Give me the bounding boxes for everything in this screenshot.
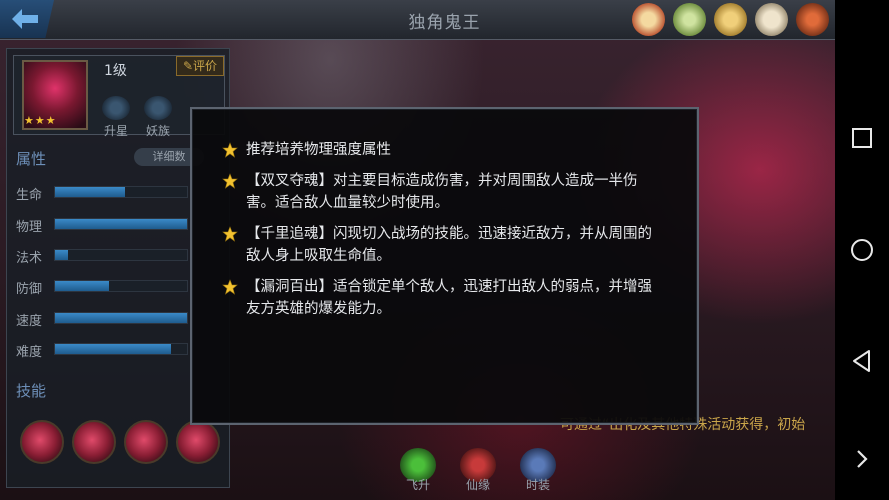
edit-icon: ✎ xyxy=(182,59,194,73)
stat-bar-fill xyxy=(55,344,172,354)
attributes-heading: 属性 xyxy=(16,150,47,168)
stat-label-hp: 生命 xyxy=(16,188,43,203)
hero-level: 1级 xyxy=(104,63,127,79)
bottom-tabs: 飞升 仙缘 时装 xyxy=(398,448,558,493)
back-nav-button[interactable] xyxy=(835,349,889,373)
tab-ascend-label: 飞升 xyxy=(405,478,430,492)
tab-fashion-label: 时装 xyxy=(525,478,550,492)
android-nav-bar xyxy=(835,0,889,500)
tip-item: 【漏洞百出】适合锁定单个敌人，迅速打出敌人的弱点，并增强友方英雄的爆发能力。 xyxy=(222,276,662,320)
stat-label-defense: 防御 xyxy=(16,282,43,297)
race-label: 妖族 xyxy=(145,124,170,138)
stat-label-difficulty: 难度 xyxy=(16,345,43,360)
skill-1-icon[interactable] xyxy=(20,420,64,464)
star-up-icon xyxy=(102,96,130,120)
stat-bar-speed xyxy=(54,312,188,324)
star-up-button[interactable]: 升星 xyxy=(100,96,132,139)
rate-label: 评价 xyxy=(193,59,218,73)
race-icon xyxy=(144,96,172,120)
tab-fate[interactable]: 仙缘 xyxy=(458,448,498,493)
square-recent-icon xyxy=(852,128,872,148)
stat-bar-fill xyxy=(55,250,69,260)
home-button[interactable] xyxy=(835,238,889,262)
tips-list: 推荐培养物理强度属性 【双叉夺魂】对主要目标造成伤害，并对周围敌人造成一半伤害。… xyxy=(222,139,662,329)
stat-label-magic: 法术 xyxy=(16,251,43,266)
stat-bar-fill xyxy=(55,187,125,197)
tip-text: 推荐培养物理强度属性 xyxy=(246,142,391,158)
skill-3-icon[interactable] xyxy=(124,420,168,464)
tip-item: 【双叉夺魂】对主要目标造成伤害，并对周围敌人造成一半伤害。适合敌人血量较少时使用… xyxy=(222,170,662,214)
tab-fate-label: 仙缘 xyxy=(465,478,490,492)
tip-item: 推荐培养物理强度属性 xyxy=(222,139,662,161)
stat-label-speed: 速度 xyxy=(16,314,43,329)
tip-item: 【千里追魂】闪现切入战场的技能。迅速接近敌方，并从周围的敌人身上吸取生命值。 xyxy=(222,223,662,267)
page-title: 独角鬼王 xyxy=(408,13,481,33)
rate-button[interactable]: ✎评价 xyxy=(176,56,224,76)
stat-bar-fill xyxy=(55,281,110,291)
hero-tips-dialog[interactable]: 推荐培养物理强度属性 【双叉夺魂】对主要目标造成伤害，并对周围敌人造成一半伤害。… xyxy=(190,107,699,425)
hero-stars: ★★★ xyxy=(24,114,57,127)
tip-text: 【漏洞百出】适合锁定单个敌人，迅速打出敌人的弱点，并增强友方英雄的爆发能力。 xyxy=(246,279,652,317)
star-icon xyxy=(222,142,238,158)
stat-bar-physical xyxy=(54,218,188,230)
triangle-back-icon xyxy=(853,350,870,372)
skill-4-icon[interactable] xyxy=(176,420,220,464)
stat-bar-difficulty xyxy=(54,343,188,355)
race-button[interactable]: 妖族 xyxy=(142,96,174,139)
tip-text: 【双叉夺魂】对主要目标造成伤害，并对周围敌人造成一半伤害。适合敌人血量较少时使用… xyxy=(246,173,638,211)
stat-label-physical: 物理 xyxy=(16,220,43,235)
star-icon xyxy=(222,226,238,242)
skill-2-icon[interactable] xyxy=(72,420,116,464)
stat-bar-hp xyxy=(54,186,188,198)
star-up-label: 升星 xyxy=(103,124,128,138)
star-icon xyxy=(222,279,238,295)
tip-text: 【千里追魂】闪现切入战场的技能。迅速接近敌方，并从周围的敌人身上吸取生命值。 xyxy=(246,226,652,264)
chevron-right-icon xyxy=(857,450,868,468)
stat-bar-fill xyxy=(55,219,187,229)
stat-bar-magic xyxy=(54,249,188,261)
tab-ascend[interactable]: 飞升 xyxy=(398,448,438,493)
stat-bar-defense xyxy=(54,280,188,292)
tab-fashion[interactable]: 时装 xyxy=(518,448,558,493)
game-screen: ★★★ 1级 ✎评价 升星 妖族 属性 详细数 生命 物理 法术 防御 速度 难… xyxy=(0,0,835,500)
expand-button[interactable] xyxy=(835,448,889,470)
stat-bar-fill xyxy=(55,313,187,323)
recent-apps-button[interactable] xyxy=(835,127,889,149)
skills-heading: 技能 xyxy=(16,382,47,400)
circle-home-icon xyxy=(851,239,873,261)
star-icon xyxy=(222,173,238,189)
